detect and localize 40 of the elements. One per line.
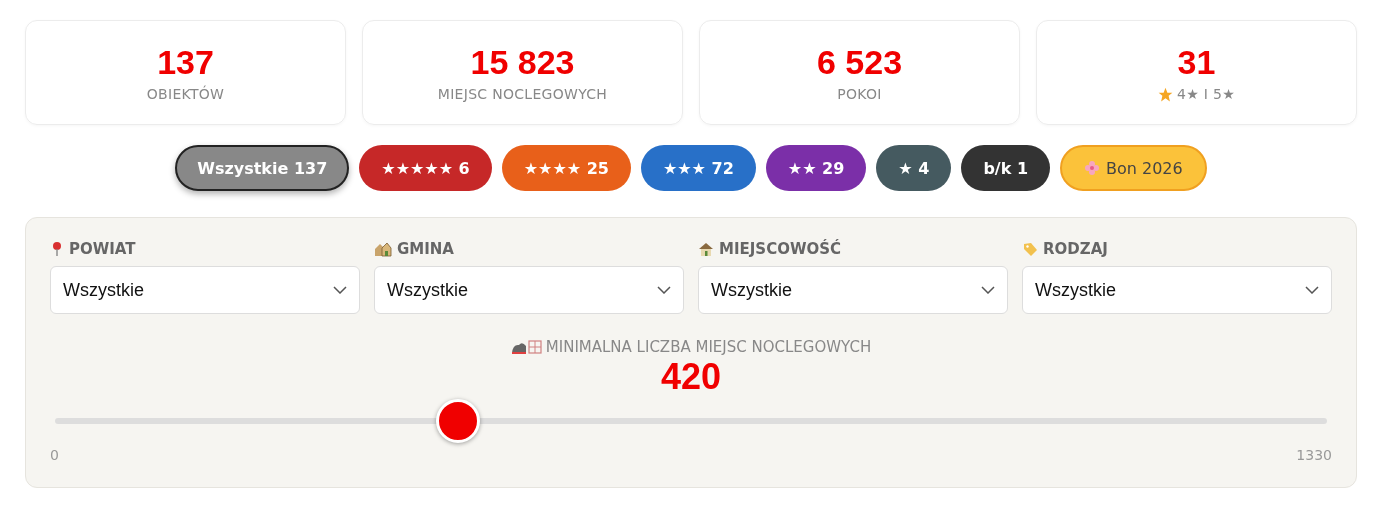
chevron-down-icon bbox=[657, 286, 671, 294]
flower-icon bbox=[1084, 160, 1100, 176]
slider-thumb[interactable] bbox=[435, 399, 480, 443]
filter-label: MIEJSCOWOŚĆ bbox=[719, 240, 841, 258]
slider[interactable] bbox=[55, 399, 1327, 443]
stat-value: 137 bbox=[157, 43, 214, 82]
stat-value: 6 523 bbox=[816, 43, 903, 82]
chevron-down-icon bbox=[333, 286, 347, 294]
stat-value: 31 bbox=[1177, 43, 1216, 82]
tag-icon bbox=[1022, 241, 1038, 257]
star-icon bbox=[1157, 86, 1173, 102]
filter-chip[interactable]: ★★★ 72 bbox=[640, 145, 756, 191]
houses-icon bbox=[374, 241, 392, 257]
slider-value: 420 bbox=[660, 356, 722, 398]
stat-label: 4★ I 5★ bbox=[1176, 86, 1235, 102]
bed-icon bbox=[510, 339, 543, 355]
slider-label: MINIMALNA LICZBA MIEJSC NOCLEGOWYCH bbox=[545, 338, 872, 356]
filter-chip[interactable]: Wszystkie 137 bbox=[175, 145, 350, 191]
filter-label: GMINA bbox=[397, 240, 454, 258]
stat-label: MIEJSC NOCLEGOWYCH bbox=[437, 86, 608, 102]
filter-chip[interactable]: ★★ 29 bbox=[765, 145, 867, 191]
pin-icon bbox=[50, 241, 64, 257]
dropdown[interactable]: Wszystkie bbox=[698, 266, 1008, 314]
filter-label: RODZAJ bbox=[1043, 240, 1108, 258]
dropdown[interactable]: Wszystkie bbox=[50, 266, 360, 314]
stat-label: OBIEKTÓW bbox=[146, 86, 225, 102]
filter-chip[interactable]: ★★★★★ 6 bbox=[359, 145, 492, 191]
dropdown[interactable]: Wszystkie bbox=[1022, 266, 1332, 314]
range-label: 0 bbox=[50, 447, 59, 463]
filter-chip[interactable]: b/k 1 bbox=[961, 145, 1050, 191]
dropdown[interactable]: Wszystkie bbox=[374, 266, 684, 314]
stat-value: 15 823 bbox=[470, 43, 575, 82]
house-icon bbox=[698, 241, 714, 257]
filter-chip[interactable]: ★ 4 bbox=[876, 145, 952, 191]
filter-chip[interactable]: Bon 2026 bbox=[1060, 145, 1207, 191]
chevron-down-icon bbox=[1305, 286, 1319, 294]
range-label: 1330 bbox=[1296, 447, 1332, 463]
chevron-down-icon bbox=[981, 286, 995, 294]
stat-label: POKOI bbox=[837, 86, 882, 102]
filter-label: POWIAT bbox=[69, 240, 136, 258]
